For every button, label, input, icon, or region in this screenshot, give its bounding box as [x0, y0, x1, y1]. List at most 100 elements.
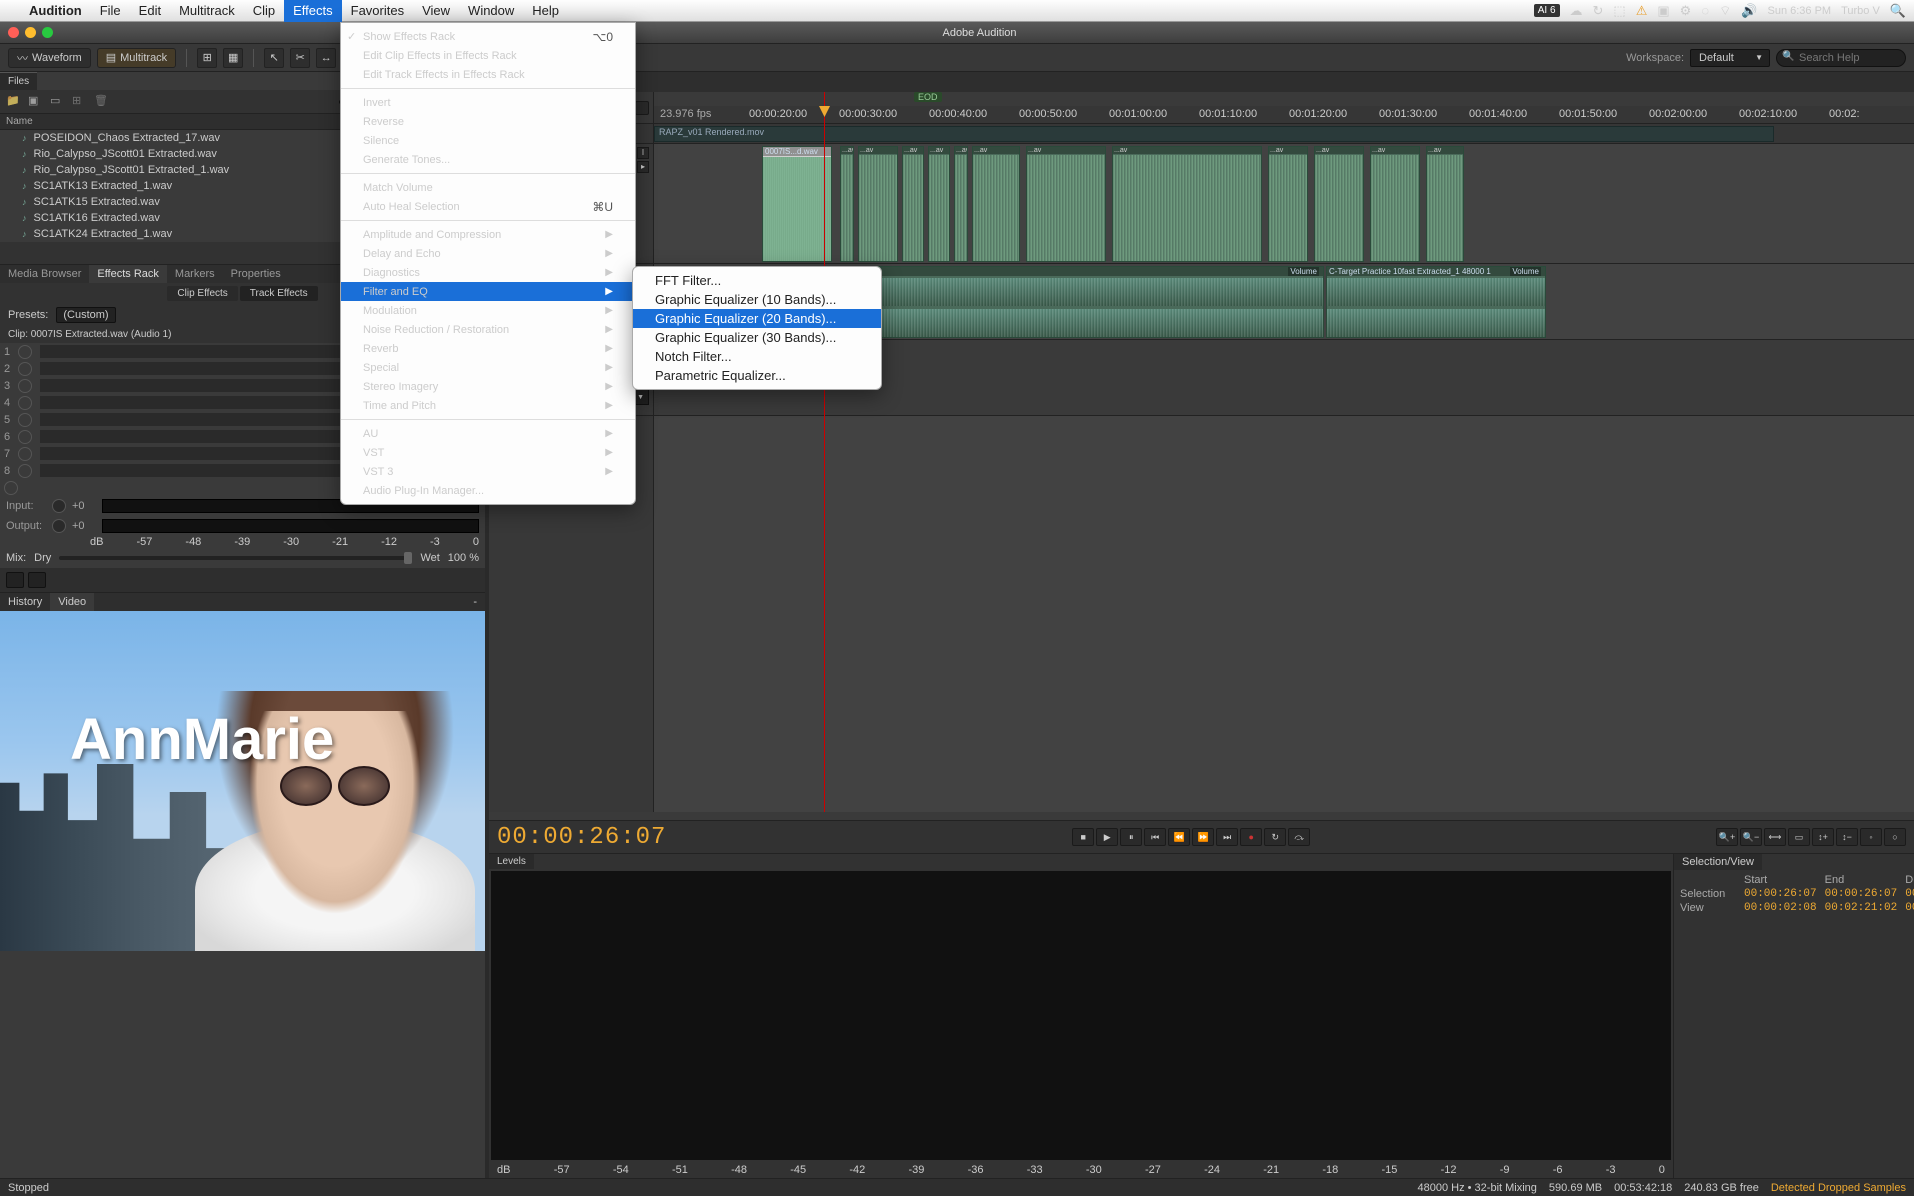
submenu-item[interactable]: FFT Filter...: [633, 271, 881, 290]
tab-clip-effects[interactable]: Clip Effects: [167, 286, 237, 301]
loop-button[interactable]: ↻: [1264, 828, 1286, 846]
audio-clip-selected[interactable]: 0007IS...d.wav: [762, 146, 832, 262]
menu-item[interactable]: Generate Tones...: [341, 150, 635, 169]
files-open-icon[interactable]: 📁: [6, 94, 22, 110]
playhead[interactable]: [824, 92, 825, 812]
selview-tab[interactable]: Selection/View: [1674, 854, 1762, 870]
clock[interactable]: Sun 6:36 PM: [1767, 5, 1831, 17]
menu-item[interactable]: Diagnostics▶: [341, 263, 635, 282]
tool-hud-button[interactable]: ⊞: [197, 48, 217, 68]
tab-history[interactable]: History: [0, 593, 50, 611]
zoom-out-v-button[interactable]: ↕−: [1836, 828, 1858, 846]
zoom-in-button[interactable]: 🔍+: [1716, 828, 1738, 846]
workspace-select[interactable]: Default▼: [1690, 49, 1770, 67]
zoom-out-button[interactable]: 🔍−: [1740, 828, 1762, 846]
menu-help[interactable]: Help: [523, 0, 568, 22]
slot-power[interactable]: [18, 413, 32, 427]
marker-row[interactable]: EOD: [654, 92, 1914, 106]
slot-power[interactable]: [18, 379, 32, 393]
output-gain-knob[interactable]: [52, 519, 66, 533]
gear-icon[interactable]: ⚙: [1680, 3, 1692, 19]
help-search[interactable]: Search Help: [1776, 49, 1906, 67]
levels-tab[interactable]: Levels: [489, 854, 534, 869]
fx-menu-icon[interactable]: [28, 572, 46, 588]
current-time[interactable]: 00:00:26:07: [497, 824, 666, 851]
files-trash-icon[interactable]: 🗑: [94, 94, 110, 110]
go-start-button[interactable]: ⏮: [1144, 828, 1166, 846]
tool-razor-button[interactable]: ✂: [290, 48, 310, 68]
window-maximize[interactable]: [42, 27, 53, 38]
rewind-button[interactable]: ⏪: [1168, 828, 1190, 846]
submenu-item[interactable]: Graphic Equalizer (20 Bands)...: [633, 309, 881, 328]
menu-file[interactable]: File: [91, 0, 130, 22]
files-cc-icon[interactable]: ⊞: [72, 94, 88, 110]
slot-power[interactable]: [18, 362, 32, 376]
zoom-in-point-button[interactable]: ◦: [1860, 828, 1882, 846]
zoom-sel-button[interactable]: ▭: [1788, 828, 1810, 846]
menu-item[interactable]: Delay and Echo▶: [341, 244, 635, 263]
send-icon[interactable]: ▸: [637, 161, 649, 173]
selection-end[interactable]: 00:00:26:07: [1825, 888, 1898, 900]
zoom-full-button[interactable]: ⟷: [1764, 828, 1786, 846]
slot-power[interactable]: [18, 464, 32, 478]
menu-effects[interactable]: Effects: [284, 0, 342, 22]
input-button[interactable]: I: [637, 147, 649, 159]
warning-icon[interactable]: ⚠: [1636, 3, 1648, 19]
view-start[interactable]: 00:00:02:08: [1744, 902, 1817, 914]
menu-item[interactable]: Noise Reduction / Restoration▶: [341, 320, 635, 339]
sync-icon[interactable]: ↻: [1593, 3, 1604, 19]
tt-icon[interactable]: [635, 101, 649, 115]
menu-item[interactable]: Special▶: [341, 358, 635, 377]
rack-power[interactable]: [4, 481, 18, 495]
display-icon[interactable]: ▣: [1657, 3, 1669, 19]
menu-app[interactable]: Audition: [20, 0, 91, 22]
menu-item[interactable]: Edit Track Effects in Effects Rack: [341, 65, 635, 84]
menu-item[interactable]: ✓Show Effects Rack⌥0: [341, 27, 635, 46]
menu-item[interactable]: Audio Plug-In Manager...: [341, 481, 635, 500]
cloud-icon[interactable]: ☁: [1570, 3, 1583, 19]
tab-track-effects[interactable]: Track Effects: [240, 286, 318, 301]
menu-item[interactable]: Modulation▶: [341, 301, 635, 320]
menu-item[interactable]: VST▶: [341, 443, 635, 462]
selection-duration[interactable]: 00:00:00:00: [1905, 888, 1914, 900]
volume-icon[interactable]: 🔊: [1741, 3, 1757, 19]
menu-item[interactable]: Stereo Imagery▶: [341, 377, 635, 396]
record-button[interactable]: ●: [1240, 828, 1262, 846]
dropbox-icon[interactable]: ⬚: [1613, 3, 1625, 19]
slot-power[interactable]: [18, 447, 32, 461]
files-import-icon[interactable]: ▣: [28, 94, 44, 110]
menu-clip[interactable]: Clip: [244, 0, 284, 22]
menu-edit[interactable]: Edit: [130, 0, 170, 22]
files-tab[interactable]: Files: [0, 72, 37, 90]
menu-item[interactable]: Amplitude and Compression▶: [341, 225, 635, 244]
go-end-button[interactable]: ⏭: [1216, 828, 1238, 846]
slot-power[interactable]: [18, 345, 32, 359]
submenu-item[interactable]: Graphic Equalizer (10 Bands)...: [633, 290, 881, 309]
wifi-icon[interactable]: ⌔: [1719, 3, 1731, 19]
menu-view[interactable]: View: [413, 0, 459, 22]
menu-multitrack[interactable]: Multitrack: [170, 0, 244, 22]
selection-start[interactable]: 00:00:26:07: [1744, 888, 1817, 900]
tab-markers[interactable]: Markers: [167, 265, 223, 283]
tab-effects-rack[interactable]: Effects Rack: [89, 265, 167, 283]
skip-button[interactable]: ⤼: [1288, 828, 1310, 846]
audio-clip[interactable]: C-Target Practice 10fast Extracted_1 480…: [1326, 266, 1546, 338]
menu-window[interactable]: Window: [459, 0, 523, 22]
input-gain-knob[interactable]: [52, 499, 66, 513]
waveform-mode-button[interactable]: 〰Waveform: [8, 48, 91, 68]
stop-button[interactable]: ■: [1072, 828, 1094, 846]
menu-item[interactable]: Filter and EQ▶: [341, 282, 635, 301]
view-end[interactable]: 00:02:21:02: [1825, 902, 1898, 914]
submenu-item[interactable]: Graphic Equalizer (30 Bands)...: [633, 328, 881, 347]
mix-slider[interactable]: [59, 556, 412, 560]
slot-power[interactable]: [18, 396, 32, 410]
view-duration[interactable]: 00:02:18:18: [1905, 902, 1914, 914]
tool-slip-button[interactable]: ↔: [316, 48, 336, 68]
submenu-item[interactable]: Parametric Equalizer...: [633, 366, 881, 385]
audio-track-1-lane[interactable]: 0007IS...d.wav ...av ...av ...av ...av .…: [654, 144, 1914, 264]
video-clip[interactable]: RAPZ_v01 Rendered.mov: [654, 126, 1774, 142]
tab-video[interactable]: Video: [50, 593, 94, 611]
timeline[interactable]: EOD 23.976 fps 00:00:20:00 00:00:30:00 0…: [654, 92, 1914, 812]
forward-button[interactable]: ⏩: [1192, 828, 1214, 846]
slot-power[interactable]: [18, 430, 32, 444]
